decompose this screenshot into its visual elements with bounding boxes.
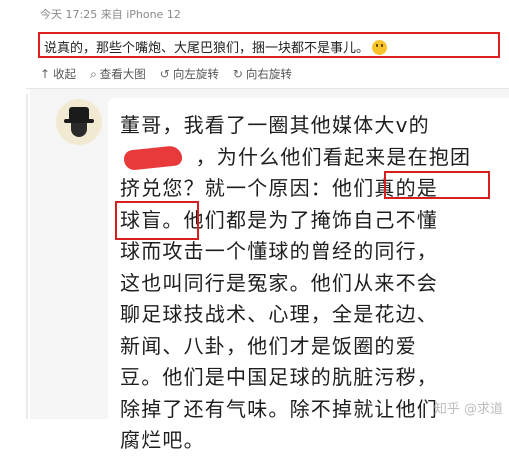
highlight-box-1 (384, 171, 490, 199)
highlight-box-2 (115, 201, 199, 240)
image-toolbar: ↑ 收起 ⌕ 查看大图 ↺ 向左旋转 ↻ 向右旋转 (40, 66, 292, 82)
silhouette-icon (71, 123, 87, 137)
post-meta: 今天 17:25 来自 iPhone 12 (40, 8, 181, 21)
view-large-button[interactable]: ⌕ 查看大图 (90, 66, 146, 82)
avatar[interactable] (56, 99, 102, 145)
left-rule (26, 94, 28, 419)
rotate-left-button[interactable]: ↺ 向左旋转 (160, 66, 219, 82)
collapse-button[interactable]: ↑ 收起 (40, 66, 76, 82)
post-text-highlight: 说真的，那些个嘴炮、大尾巴狼们，捆一块都不是事儿。 (38, 32, 500, 58)
collapse-icon: ↑ (40, 67, 51, 81)
watermark: 知乎 @求道 (433, 402, 503, 417)
collapse-label: 收起 (53, 67, 77, 81)
rotate-left-label: 向左旋转 (172, 67, 219, 81)
laugh-emoji-icon (372, 40, 388, 55)
search-icon: ⌕ (90, 66, 97, 81)
rotate-right-icon: ↻ (232, 67, 243, 81)
post-text-content: 说真的，那些个嘴炮、大尾巴狼们，捆一块都不是事儿。 (44, 41, 370, 56)
post-text: 说真的，那些个嘴炮、大尾巴狼们，捆一块都不是事儿。 (44, 37, 388, 56)
rotate-left-icon: ↺ (159, 67, 170, 81)
rotate-right-button[interactable]: ↻ 向右旋转 (233, 66, 292, 82)
view-large-label: 查看大图 (99, 67, 146, 81)
rotate-right-label: 向右旋转 (245, 67, 292, 81)
